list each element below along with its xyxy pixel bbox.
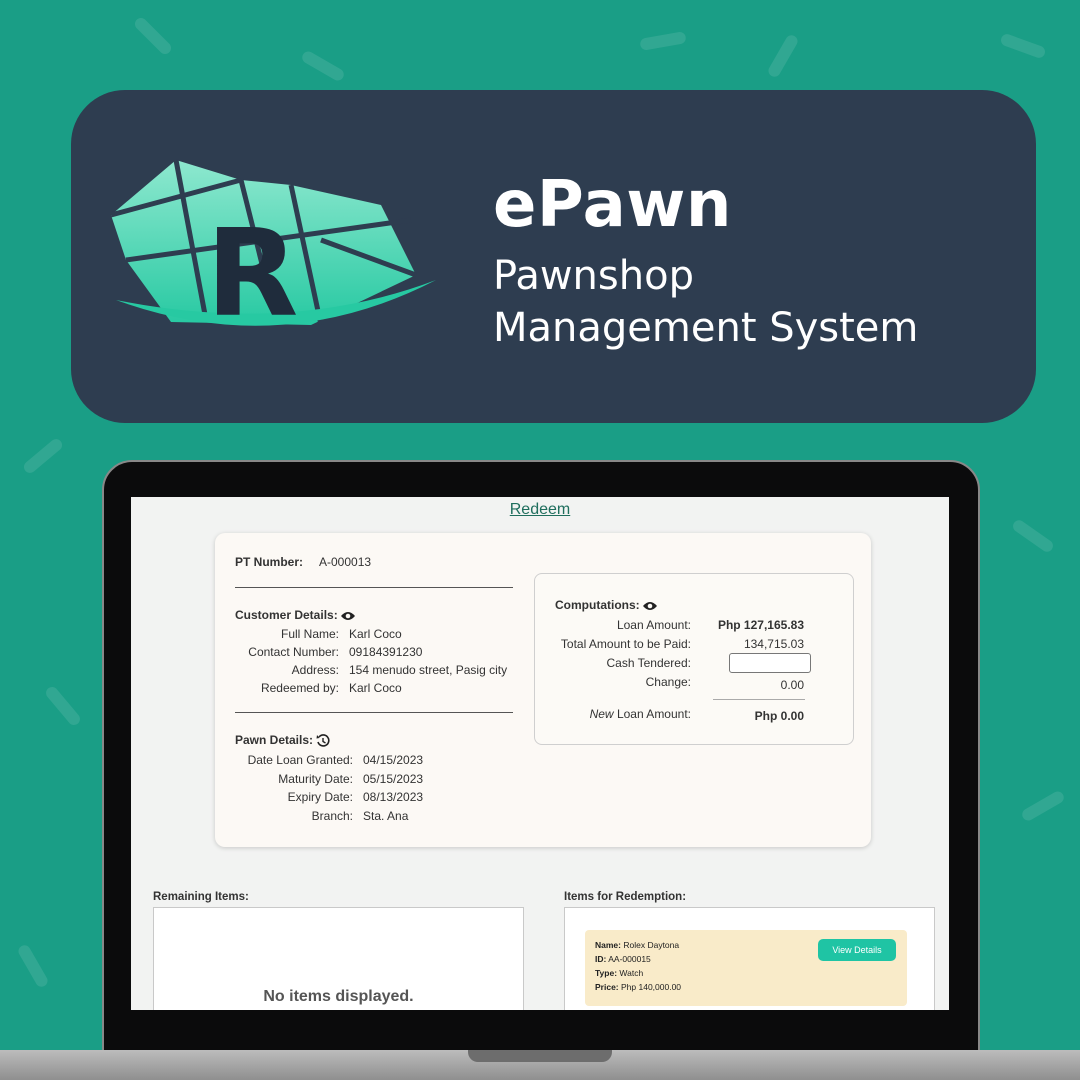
page-title[interactable]: Redeem (131, 501, 949, 519)
item-id: AA-000015 (608, 954, 651, 964)
item-type-row: Type: Watch (595, 968, 643, 978)
customer-heading-label: Customer Details: (235, 608, 338, 622)
remaining-items-panel: No items displayed. (153, 907, 524, 1010)
pawn-label: Date Loan Granted: (247, 753, 353, 767)
customer-value: Karl Coco (349, 627, 402, 641)
bg-dash (21, 436, 65, 476)
item-name-label: Name: (595, 940, 621, 950)
eye-icon[interactable] (643, 601, 657, 611)
redemption-items-panel: Name: Rolex Daytona ID: AA-000015 Type: … (564, 907, 935, 1010)
divider (235, 712, 513, 713)
cash-tendered-input[interactable] (729, 653, 811, 673)
laptop-notch (468, 1050, 612, 1062)
loan-amount-value: Php 127,165.83 (717, 618, 804, 632)
pt-number-label: PT Number: (235, 555, 304, 569)
item-price: Php 140,000.00 (621, 982, 682, 992)
pt-number-value: A-000013 (319, 555, 372, 569)
app-subtitle: Pawnshop Management System (493, 250, 918, 354)
item-price-row: Price: Php 140,000.00 (595, 982, 681, 992)
customer-label: Contact Number: (248, 645, 339, 659)
app-screen: Redeem PT Number: A-000013 Customer Deta… (131, 497, 949, 1010)
remaining-heading: Remaining Items: (153, 891, 249, 903)
new-loan-label-text: Loan Amount: (613, 707, 691, 721)
loan-amount-label: Loan Amount: (616, 618, 691, 632)
customer-value: Karl Coco (349, 681, 402, 695)
bg-dash (999, 32, 1047, 60)
pawn-value: Sta. Ana (363, 809, 409, 823)
subtitle-line: Pawnshop (493, 253, 694, 299)
customer-value: 09184391230 (349, 645, 423, 659)
computations-heading-label: Computations: (555, 598, 640, 612)
bg-dash (1020, 789, 1066, 823)
pawn-heading: Pawn Details: (235, 733, 330, 748)
total-value: 134,715.03 (743, 637, 804, 651)
bg-dash (300, 49, 346, 83)
empty-state-text: No items displayed. (263, 988, 414, 1005)
cash-tendered-label: Cash Tendered: (606, 656, 691, 670)
new-loan-label: New Loan Amount: (535, 707, 691, 721)
bg-dash (16, 943, 50, 989)
logo-letter: R (206, 205, 298, 340)
new-loan-prefix: New (589, 707, 614, 721)
item-name-row: Name: Rolex Daytona (595, 940, 679, 950)
pawn-value: 08/13/2023 (363, 790, 424, 804)
eye-icon[interactable] (341, 611, 356, 621)
item-id-label: ID: (595, 954, 607, 964)
view-details-button[interactable]: View Details (818, 939, 896, 961)
customer-label: Redeemed by: (260, 681, 339, 695)
bg-dash (43, 684, 83, 728)
divider (713, 699, 805, 700)
bg-dash (1010, 517, 1056, 555)
item-type-label: Type: (595, 968, 618, 978)
customer-label: Full Name: (280, 627, 339, 641)
redemption-heading: Items for Redemption: (564, 891, 687, 903)
customer-value: 154 menudo street, Pasig city (349, 663, 508, 677)
computations-box: Computations: Loan Amount: Php 127,165.8… (534, 573, 854, 745)
bg-dash (132, 15, 174, 57)
pawn-label: Expiry Date: (287, 790, 353, 804)
pawn-value: 04/15/2023 (363, 753, 424, 767)
app-title: ePawn (493, 168, 732, 242)
brand-banner: R ePawn Pawnshop Management System (71, 90, 1036, 423)
change-label: Change: (645, 675, 691, 689)
divider (235, 587, 513, 588)
item-price-label: Price: (595, 982, 619, 992)
pawn-label: Branch: (311, 809, 353, 823)
new-loan-value: Php 0.00 (754, 709, 804, 723)
customer-heading: Customer Details: (235, 608, 356, 622)
item-id-row: ID: AA-000015 (595, 954, 651, 964)
logo: R (111, 159, 436, 340)
pawn-label: Maturity Date: (278, 772, 353, 786)
item-type: Watch (619, 968, 644, 978)
total-label: Total Amount to be Paid: (560, 637, 691, 651)
redeem-card: PT Number: A-000013 Customer Details: Fu… (215, 533, 871, 847)
pawn-heading-label: Pawn Details: (235, 733, 314, 747)
customer-label: Address: (291, 663, 339, 677)
change-value: 0.00 (780, 678, 804, 692)
bg-dash (639, 31, 687, 51)
item-name: Rolex Daytona (623, 940, 680, 950)
bg-dash (766, 33, 800, 79)
redemption-item-card: Name: Rolex Daytona ID: AA-000015 Type: … (585, 930, 907, 1006)
subtitle-line: Management System (493, 305, 919, 351)
pawn-value: 05/15/2023 (363, 772, 424, 786)
history-icon[interactable] (316, 734, 330, 748)
computations-heading: Computations: (555, 598, 657, 612)
